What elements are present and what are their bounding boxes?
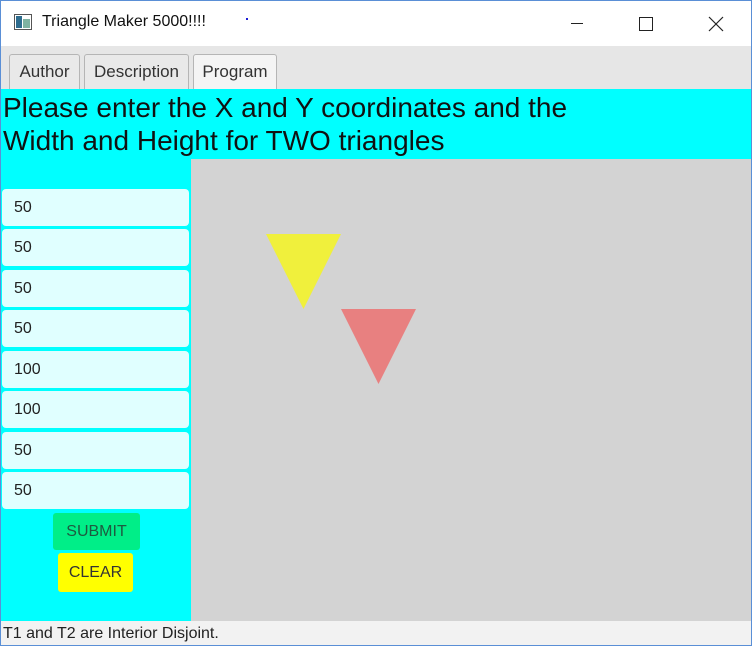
tab-description[interactable]: Description <box>84 54 189 89</box>
triangle-1-y-input[interactable]: 50 <box>2 229 189 266</box>
submit-button[interactable]: SUBMIT <box>53 513 140 550</box>
title-bar[interactable]: Triangle Maker 5000!!!! <box>1 1 751 46</box>
triangle-2-width-input[interactable]: 50 <box>2 432 189 469</box>
triangle-2-y-input[interactable]: 100 <box>2 391 189 428</box>
close-icon <box>708 16 724 31</box>
tab-program[interactable]: Program <box>193 54 277 89</box>
close-button[interactable] <box>693 1 739 46</box>
triangle-drawing <box>266 234 416 384</box>
triangle-1-x-input[interactable]: 50 <box>2 189 189 226</box>
tab-author[interactable]: Author <box>9 54 80 89</box>
maximize-icon <box>639 16 653 31</box>
status-bar: T1 and T2 are Interior Disjoint. <box>1 621 751 645</box>
triangle-1-height-input[interactable]: 50 <box>2 310 189 347</box>
window-title: Triangle Maker 5000!!!! <box>42 13 206 30</box>
input-panel: 50 50 50 50 100 100 50 50 SUBMIT CLEAR <box>1 159 191 621</box>
triangle-2 <box>341 309 416 384</box>
clear-button[interactable]: CLEAR <box>58 553 133 592</box>
instructions-text: Please enter the X and Y coordinates and… <box>3 92 568 156</box>
minimize-icon <box>571 23 583 24</box>
title-dot <box>246 18 248 20</box>
status-text: T1 and T2 are Interior Disjoint. <box>3 625 219 642</box>
app-window: Triangle Maker 5000!!!! Author Descripti… <box>0 0 752 646</box>
triangle-2-x-input[interactable]: 100 <box>2 351 189 388</box>
triangle-1-width-input[interactable]: 50 <box>2 270 189 307</box>
minimize-button[interactable] <box>554 1 600 46</box>
drawing-canvas <box>191 159 751 621</box>
triangle-1 <box>266 234 341 309</box>
triangle-2-height-input[interactable]: 50 <box>2 472 189 509</box>
instructions-header: Please enter the X and Y coordinates and… <box>1 89 751 159</box>
tab-bar: Author Description Program <box>1 46 751 89</box>
app-icon <box>14 14 32 30</box>
maximize-button[interactable] <box>623 1 669 46</box>
